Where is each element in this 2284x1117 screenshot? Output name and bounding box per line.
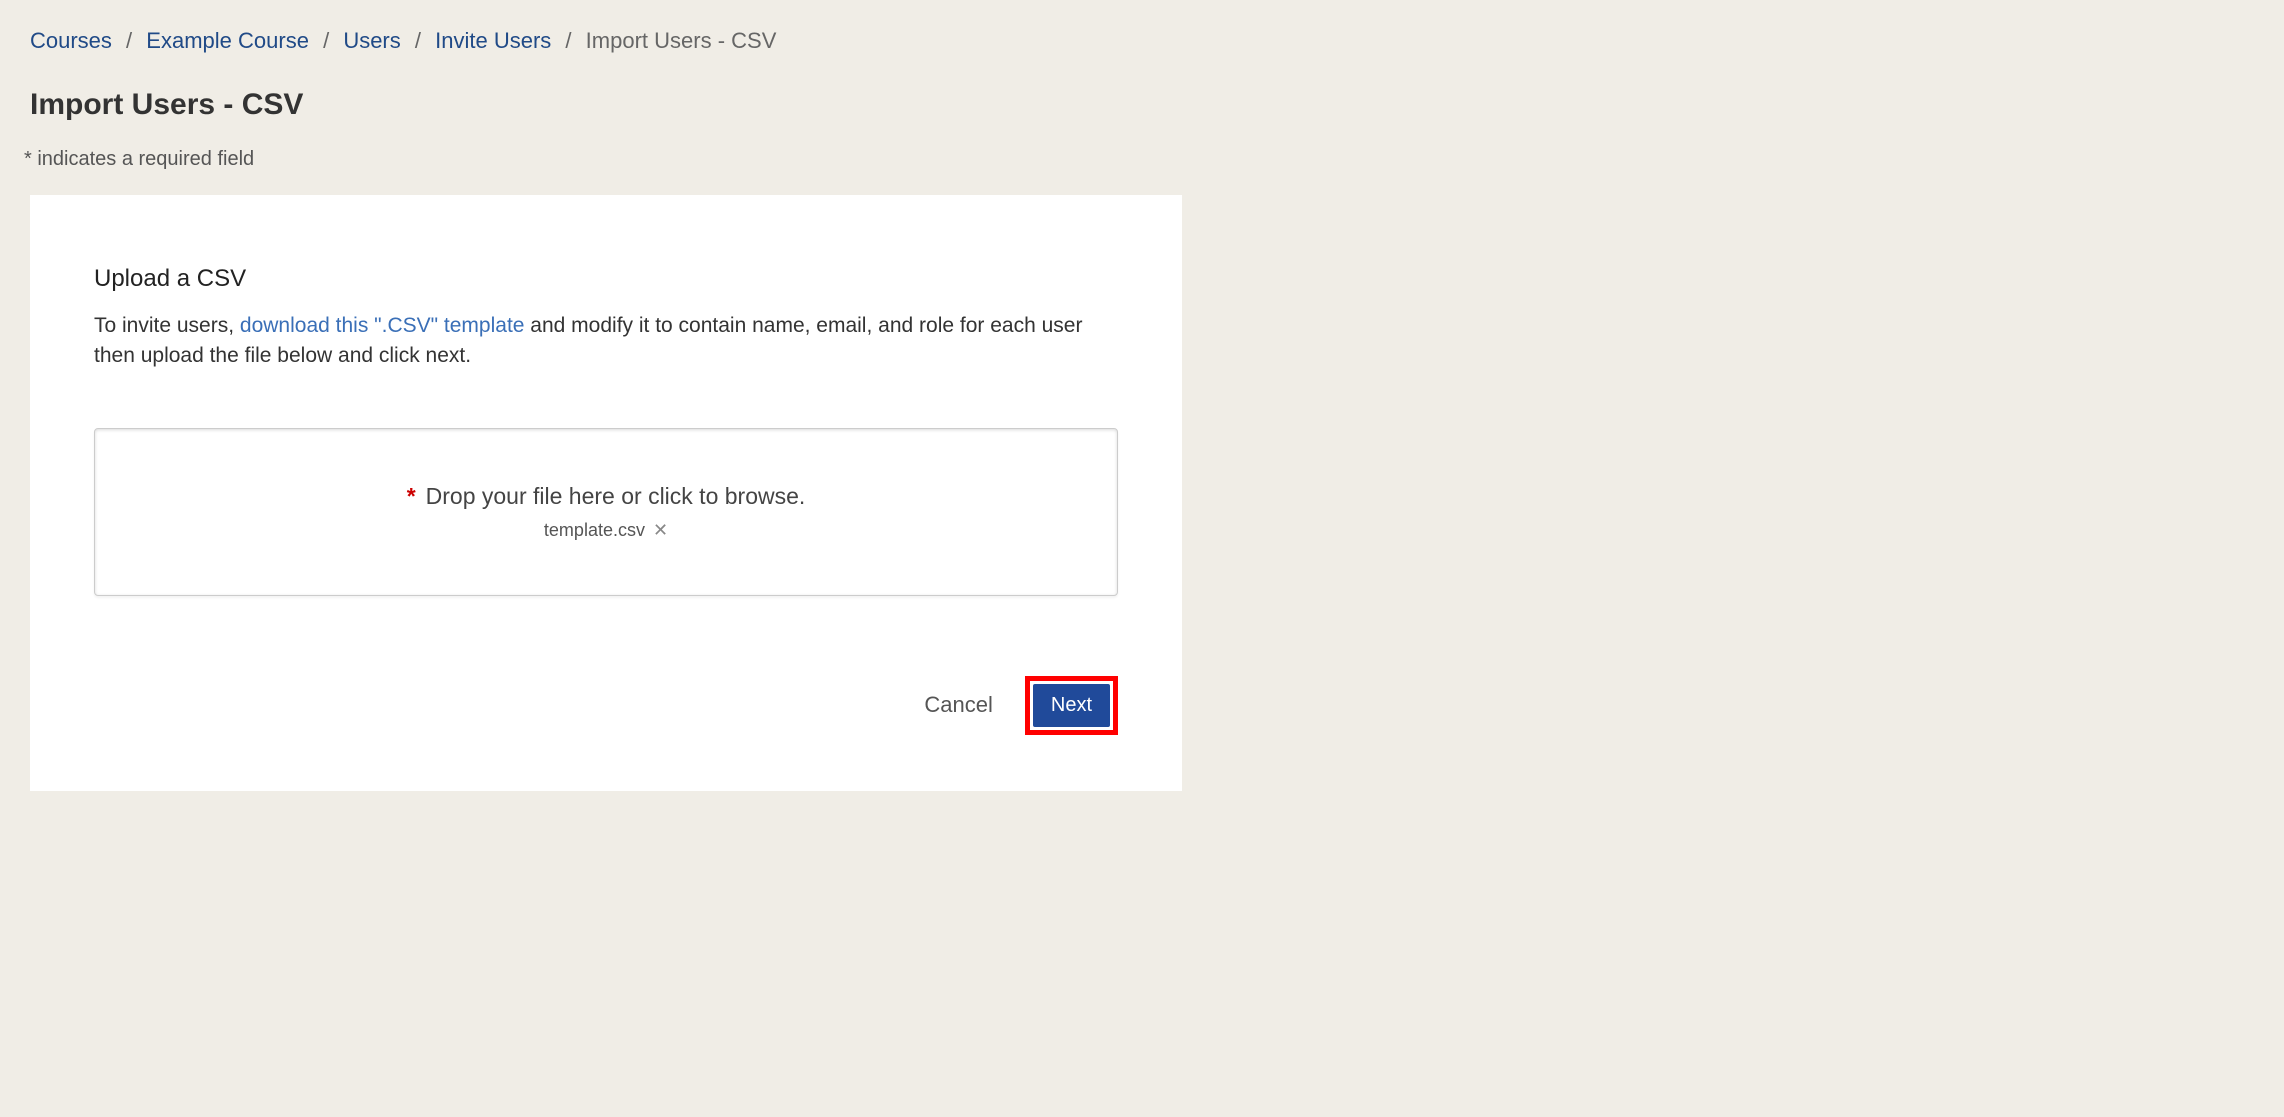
breadcrumb-current: Import Users - CSV <box>586 28 777 53</box>
instructions-text-before: To invite users, <box>94 314 240 337</box>
upload-section-title: Upload a CSV <box>94 265 1118 293</box>
required-field-note: * indicates a required field <box>24 148 2254 171</box>
uploaded-file-name: template.csv <box>544 520 645 541</box>
remove-file-icon[interactable]: ✕ <box>653 521 668 539</box>
breadcrumb-separator: / <box>415 28 421 53</box>
breadcrumb-separator: / <box>565 28 571 53</box>
dropzone-label: * Drop your file here or click to browse. <box>407 483 806 510</box>
next-button[interactable]: Next <box>1033 684 1110 727</box>
upload-instructions: To invite users, download this ".CSV" te… <box>94 311 1118 372</box>
dropzone-label-text: Drop your file here or click to browse. <box>426 483 806 509</box>
breadcrumb: Courses / Example Course / Users / Invit… <box>30 28 2254 54</box>
breadcrumb-courses[interactable]: Courses <box>30 28 112 53</box>
breadcrumb-users[interactable]: Users <box>343 28 400 53</box>
action-row: Cancel Next <box>94 676 1118 735</box>
file-dropzone[interactable]: * Drop your file here or click to browse.… <box>94 428 1118 596</box>
next-button-highlight: Next <box>1025 676 1118 735</box>
page-title: Import Users - CSV <box>30 88 2254 122</box>
upload-card: Upload a CSV To invite users, download t… <box>30 195 1182 791</box>
breadcrumb-example-course[interactable]: Example Course <box>146 28 309 53</box>
uploaded-file-chip: template.csv ✕ <box>544 520 668 541</box>
breadcrumb-separator: / <box>126 28 132 53</box>
required-marker: * <box>407 483 416 509</box>
breadcrumb-invite-users[interactable]: Invite Users <box>435 28 551 53</box>
cancel-button[interactable]: Cancel <box>920 684 996 726</box>
download-template-link[interactable]: download this ".CSV" template <box>240 314 525 337</box>
breadcrumb-separator: / <box>323 28 329 53</box>
